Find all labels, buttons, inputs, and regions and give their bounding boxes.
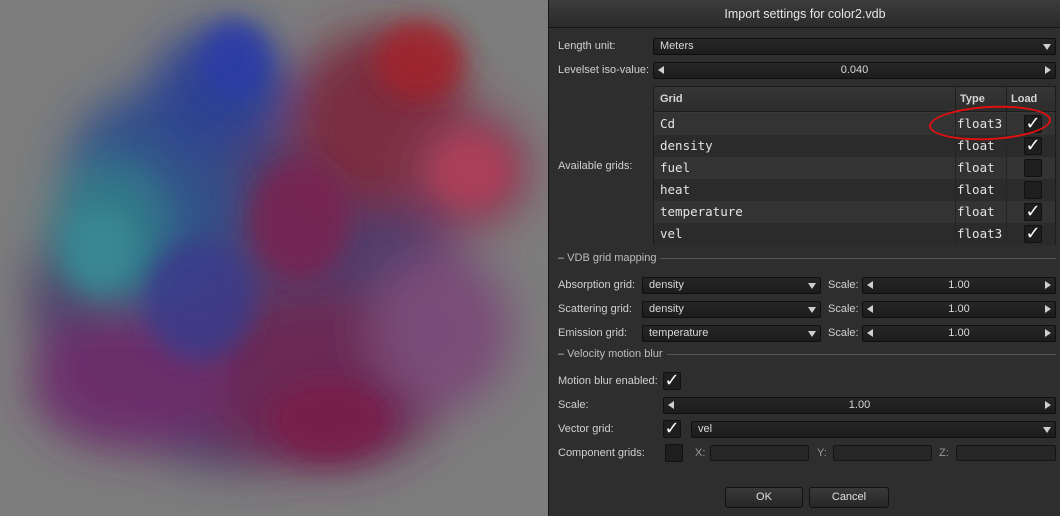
- load-checkbox[interactable]: ✓: [1024, 137, 1042, 155]
- ok-button[interactable]: OK: [725, 487, 803, 508]
- z-component-field[interactable]: [956, 445, 1056, 461]
- motion-blur-scale-label: Scale:: [558, 399, 589, 411]
- dialog-title: Import settings for color2.vdb: [549, 0, 1060, 28]
- grid-name: heat: [660, 182, 691, 197]
- vector-grid-label: Vector grid:: [558, 423, 614, 435]
- motion-blur-scale-spinbox[interactable]: 1.00: [663, 397, 1056, 414]
- absorption-grid-label: Absorption grid:: [558, 279, 636, 291]
- absorption-grid-value: density: [649, 279, 684, 291]
- grid-type: float: [957, 182, 995, 197]
- component-grids-label: Component grids:: [558, 447, 645, 459]
- length-unit-value: Meters: [660, 40, 694, 52]
- column-divider: [955, 87, 956, 112]
- vector-grid-value: vel: [698, 423, 713, 435]
- length-unit-dropdown[interactable]: Meters: [653, 38, 1056, 55]
- grid-row-fuel[interactable]: fuel float: [654, 157, 1055, 179]
- grid-name: vel: [660, 226, 683, 241]
- absorption-scale-value: 1.00: [948, 279, 970, 291]
- section-title: – Velocity motion blur: [558, 347, 667, 361]
- scattering-grid-value: density: [649, 303, 684, 315]
- levelset-value: 0.040: [840, 64, 869, 76]
- scattering-grid-label: Scattering grid:: [558, 303, 632, 315]
- decrement-arrow-icon[interactable]: [668, 401, 674, 409]
- grid-name: Cd: [660, 116, 676, 131]
- vector-grid-checkbox[interactable]: ✓: [663, 420, 681, 438]
- grid-name: temperature: [660, 204, 743, 219]
- decrement-arrow-icon[interactable]: [867, 305, 873, 313]
- emission-grid-dropdown[interactable]: temperature: [642, 325, 821, 342]
- section-title: – VDB grid mapping: [558, 251, 661, 265]
- grid-name: density: [660, 138, 713, 153]
- grid-row-temperature[interactable]: temperature float ✓: [654, 201, 1055, 223]
- load-checkbox[interactable]: ✓: [1024, 203, 1042, 221]
- x-component-field[interactable]: [710, 445, 809, 461]
- chevron-down-icon: [808, 307, 816, 313]
- import-settings-dialog: Import settings for color2.vdb Length un…: [548, 0, 1060, 516]
- vector-grid-dropdown[interactable]: vel: [691, 421, 1056, 438]
- scattering-scale-label: Scale:: [828, 303, 859, 315]
- load-checkbox[interactable]: [1024, 159, 1042, 177]
- decrement-arrow-icon[interactable]: [658, 66, 664, 74]
- increment-arrow-icon[interactable]: [1045, 401, 1051, 409]
- chevron-down-icon: [1043, 44, 1051, 50]
- load-checkbox[interactable]: [1024, 181, 1042, 199]
- absorption-scale-label: Scale:: [828, 279, 859, 291]
- z-label: Z:: [939, 447, 949, 459]
- emission-scale-spinbox[interactable]: 1.00: [862, 325, 1056, 342]
- levelset-label: Levelset iso-value:: [558, 64, 650, 76]
- decrement-arrow-icon[interactable]: [867, 329, 873, 337]
- chevron-down-icon: [808, 331, 816, 337]
- emission-grid-label: Emission grid:: [558, 327, 628, 339]
- grid-type: float: [957, 160, 995, 175]
- grid-row-heat[interactable]: heat float: [654, 179, 1055, 201]
- vdb-grid-mapping-section: – VDB grid mapping: [558, 251, 1056, 265]
- motion-blur-enabled-label: Motion blur enabled:: [558, 375, 658, 387]
- cancel-button[interactable]: Cancel: [809, 487, 889, 508]
- chevron-down-icon: [1043, 427, 1051, 433]
- scattering-scale-spinbox[interactable]: 1.00: [862, 301, 1056, 318]
- grid-name: fuel: [660, 160, 691, 175]
- decrement-arrow-icon[interactable]: [867, 281, 873, 289]
- render-preview: [0, 0, 548, 516]
- emission-grid-value: temperature: [649, 327, 709, 339]
- scattering-grid-dropdown[interactable]: density: [642, 301, 821, 318]
- chevron-down-icon: [808, 283, 816, 289]
- grid-column-header[interactable]: Grid: [660, 87, 683, 112]
- grid-type: float: [957, 204, 995, 219]
- smoke-render-image: [0, 0, 548, 516]
- increment-arrow-icon[interactable]: [1045, 66, 1051, 74]
- absorption-scale-spinbox[interactable]: 1.00: [862, 277, 1056, 294]
- increment-arrow-icon[interactable]: [1045, 329, 1051, 337]
- component-grids-checkbox[interactable]: [665, 444, 683, 462]
- absorption-grid-dropdown[interactable]: density: [642, 277, 821, 294]
- motion-blur-enabled-checkbox[interactable]: ✓: [663, 372, 681, 390]
- y-label: Y:: [817, 447, 827, 459]
- emission-scale-label: Scale:: [828, 327, 859, 339]
- length-unit-label: Length unit:: [558, 40, 616, 52]
- levelset-spinbox[interactable]: 0.040: [653, 62, 1056, 79]
- scattering-scale-value: 1.00: [948, 303, 970, 315]
- x-label: X:: [695, 447, 706, 459]
- grid-row-vel[interactable]: vel float3 ✓: [654, 223, 1055, 245]
- y-component-field[interactable]: [833, 445, 932, 461]
- emission-scale-value: 1.00: [948, 327, 970, 339]
- load-checkbox[interactable]: ✓: [1024, 225, 1042, 243]
- grid-type: float3: [957, 226, 1003, 241]
- velocity-motion-blur-section: – Velocity motion blur: [558, 347, 1056, 361]
- motion-blur-scale-value: 1.00: [848, 399, 871, 411]
- available-grids-label: Available grids:: [558, 160, 633, 172]
- increment-arrow-icon[interactable]: [1045, 281, 1051, 289]
- increment-arrow-icon[interactable]: [1045, 305, 1051, 313]
